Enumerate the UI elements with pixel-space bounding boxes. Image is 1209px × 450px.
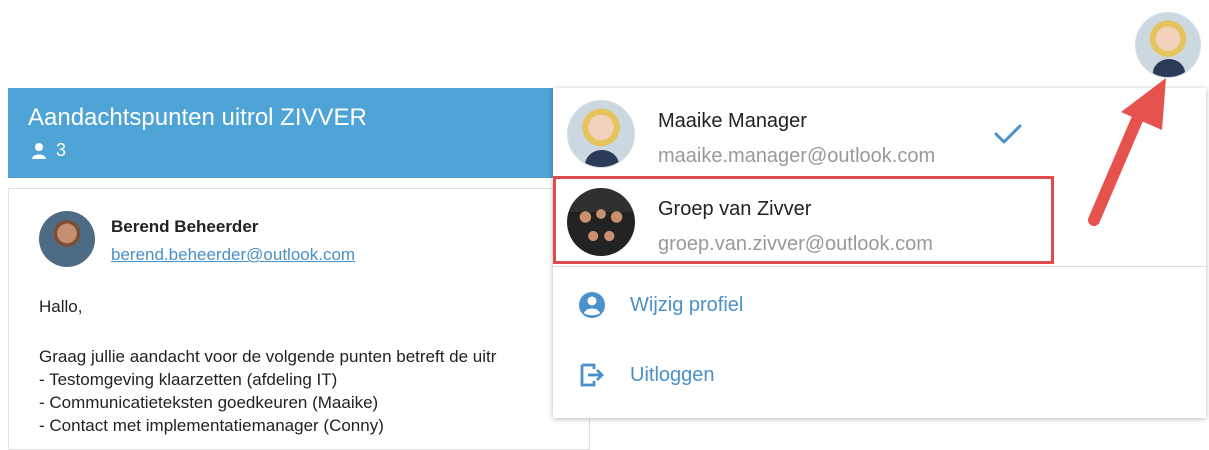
sender-email-link[interactable]: berend.beheerder@outlook.com: [111, 245, 355, 265]
message-greeting: Hallo,: [39, 297, 83, 316]
message-line: - Communicatieteksten goedkeuren (Maaike…: [39, 393, 379, 412]
message-line: Graag jullie aandacht voor de volgende p…: [39, 347, 497, 366]
conversation-header: Aandachtspunten uitrol ZIVVER 3: [8, 88, 608, 178]
account-avatar: [567, 100, 635, 168]
logout-button[interactable]: Uitloggen: [553, 348, 1206, 402]
logout-label: Uitloggen: [630, 363, 715, 386]
account-email: maaike.manager@outlook.com: [658, 145, 936, 167]
user-avatar[interactable]: [1135, 12, 1201, 78]
message-line: - Testomgeving klaarzetten (afdeling IT): [39, 370, 338, 389]
edit-profile-button[interactable]: Wijzig profiel: [553, 278, 1206, 332]
selection-highlight-box: [553, 176, 1054, 264]
message-card: Berend Beheerder berend.beheerder@outloo…: [8, 188, 590, 450]
edit-profile-label: Wijzig profiel: [630, 293, 744, 316]
annotation-arrow: [1088, 78, 1166, 226]
logout-icon: [580, 363, 604, 387]
participants-count-value: 3: [56, 140, 67, 160]
message-body: Graag jullie aandacht voor de volgende p…: [39, 345, 496, 437]
sender-name: Berend Beheerder: [111, 217, 259, 236]
check-icon: [994, 124, 1022, 144]
account-name: Maaike Manager: [658, 110, 807, 132]
message-line: - Contact met implementatiemanager (Conn…: [39, 416, 384, 435]
sender-avatar: [39, 211, 95, 267]
conversation-title: Aandachtspunten uitrol ZIVVER: [28, 104, 367, 131]
menu-divider: [553, 266, 1206, 267]
top-bar: [0, 0, 1209, 88]
profile-icon: [579, 292, 605, 318]
participants-count[interactable]: 3: [30, 140, 66, 161]
person-icon: [32, 142, 46, 159]
